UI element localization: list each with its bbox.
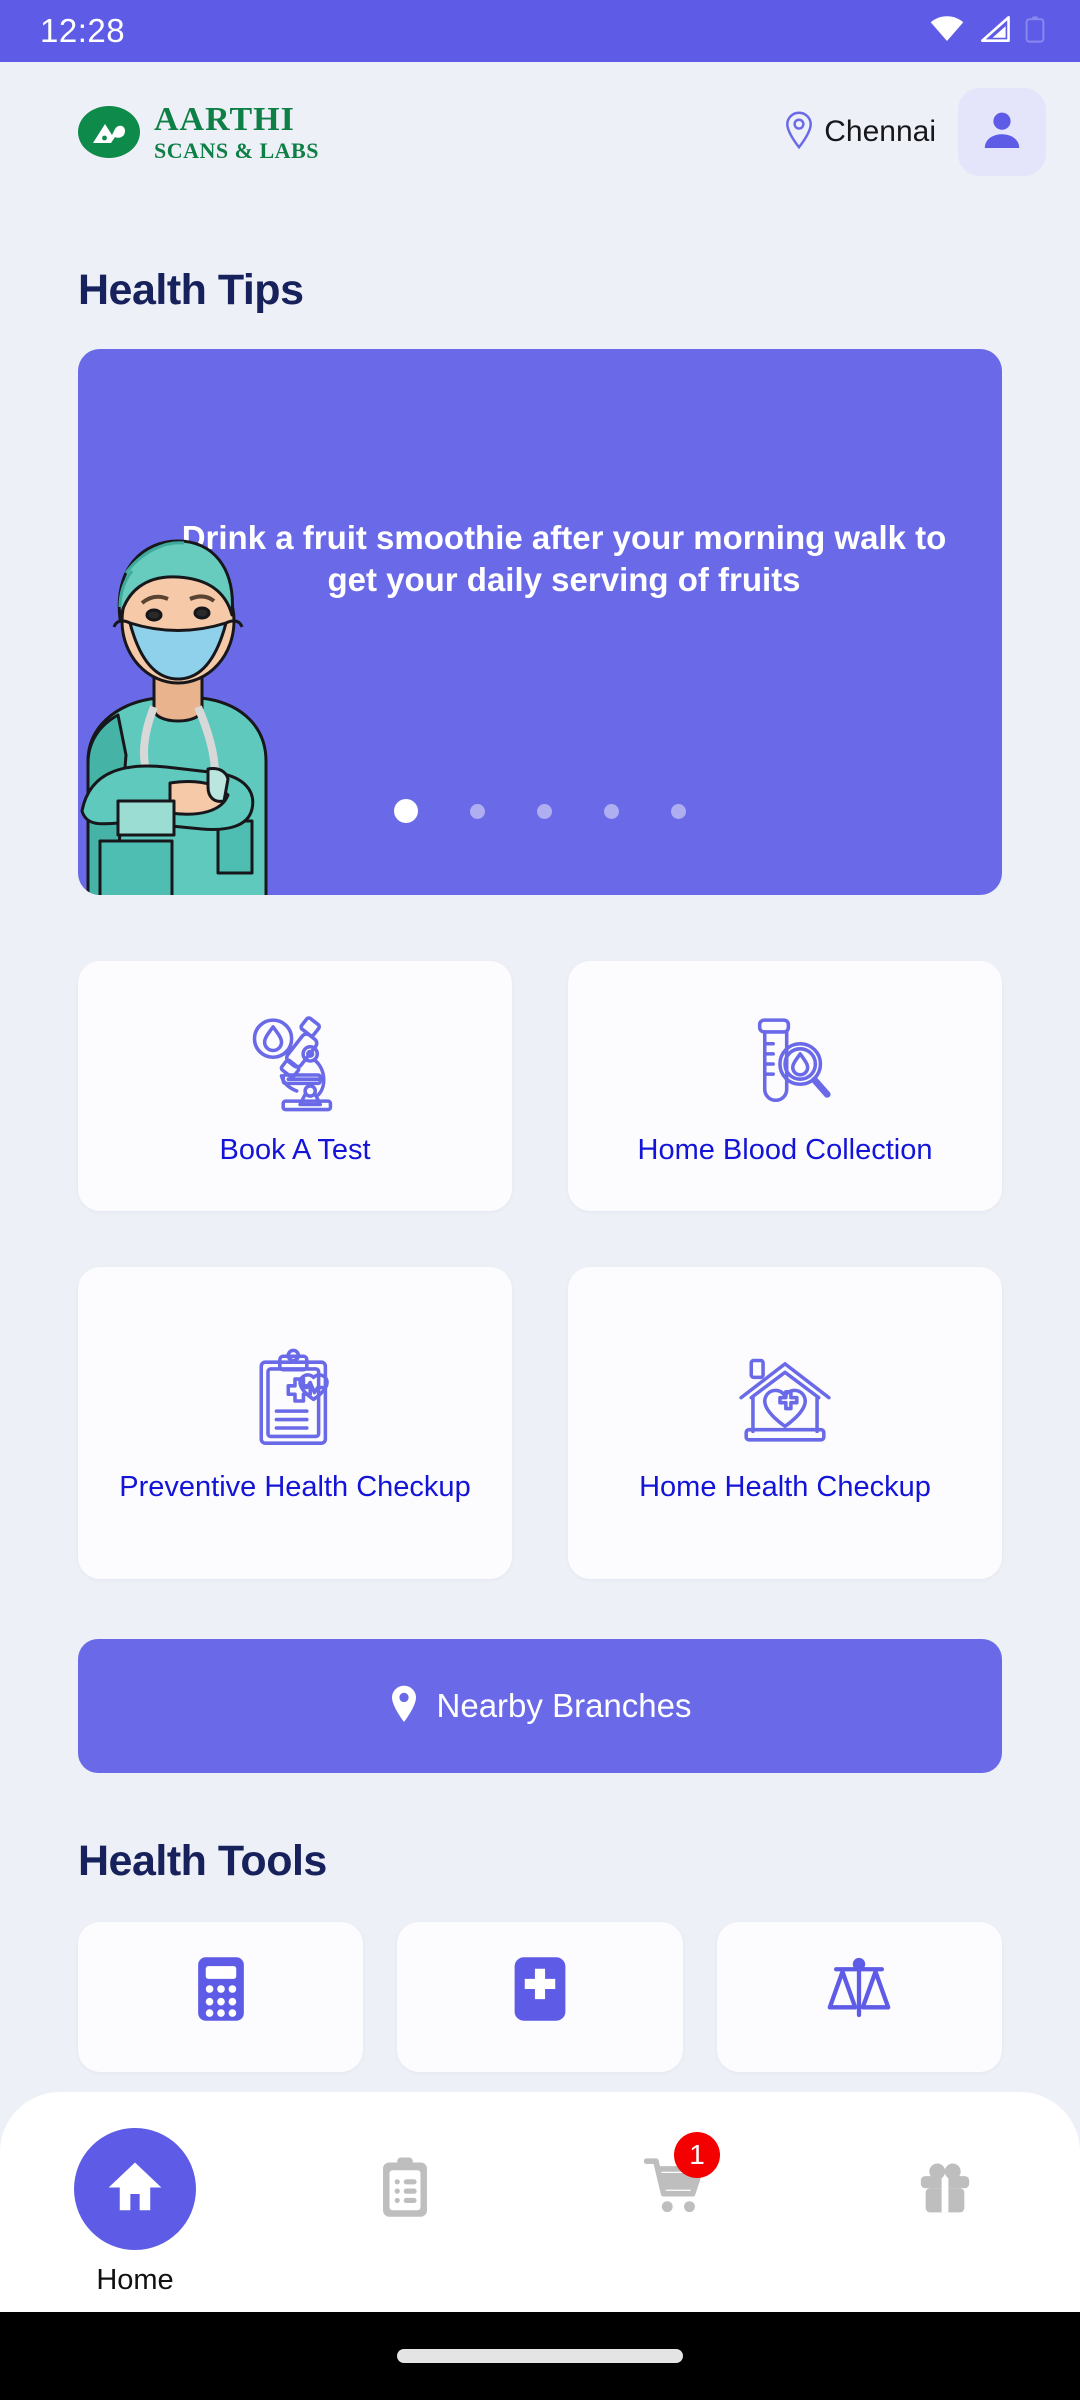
service-label: Preventive Health Checkup xyxy=(119,1470,471,1503)
system-gesture-bar xyxy=(0,2312,1080,2400)
profile-button[interactable] xyxy=(958,88,1046,176)
nearby-branches-label: Nearby Branches xyxy=(436,1687,692,1724)
nav-item-reports[interactable] xyxy=(270,2128,540,2264)
health-tips-title: Health Tips xyxy=(78,266,304,314)
health-tool-card-medical-cross[interactable] xyxy=(397,1922,683,2072)
service-label: Home Blood Collection xyxy=(637,1133,933,1166)
header-actions: Chennai xyxy=(784,88,1046,176)
carousel-dot-2[interactable] xyxy=(470,803,485,819)
health-tools-title: Health Tools xyxy=(78,1837,327,1885)
test-tube-magnifier-icon xyxy=(731,1005,839,1123)
cellular-signal-icon xyxy=(978,15,1010,48)
logo-title: AARTHI xyxy=(154,100,295,138)
nav-item-cart[interactable]: 1 xyxy=(540,2128,810,2264)
service-grid: Book A Test Home Blood Collection Preven… xyxy=(78,961,1002,1579)
medical-cross-icon xyxy=(509,1956,571,2027)
gesture-pill[interactable] xyxy=(397,2349,683,2363)
house-heart-icon xyxy=(731,1342,839,1460)
microscope-icon xyxy=(241,1005,349,1123)
battery-icon xyxy=(1024,15,1046,48)
app-header: AARTHI SCANS & LABS Chennai xyxy=(0,62,1080,202)
logo-text: AARTHI SCANS & LABS xyxy=(154,100,319,163)
wifi-icon xyxy=(930,15,964,47)
health-tools-row xyxy=(78,1922,1002,2072)
status-icons xyxy=(930,15,1046,48)
nav-item-home[interactable]: Home xyxy=(0,2128,270,2297)
nav-label-home: Home xyxy=(96,2264,174,2296)
brand-logo[interactable]: AARTHI SCANS & LABS xyxy=(78,100,319,163)
calculator-icon xyxy=(192,1956,250,2027)
service-card-home-blood-collection[interactable]: Home Blood Collection xyxy=(568,961,1002,1211)
carousel-dots[interactable] xyxy=(78,799,1002,823)
location-label: Chennai xyxy=(824,115,936,148)
nav-icon-wrap xyxy=(344,2128,466,2250)
gift-icon xyxy=(916,2158,974,2221)
home-icon xyxy=(104,2156,166,2223)
location-pin-icon xyxy=(784,111,814,154)
health-tips-carousel[interactable]: Drink a fruit smoothie after your mornin… xyxy=(78,349,1002,895)
health-tool-card-calculator[interactable] xyxy=(78,1922,364,2072)
health-tip-text: Drink a fruit smoothie after your mornin… xyxy=(181,519,947,599)
nearby-branches-button[interactable]: Nearby Branches xyxy=(78,1639,1002,1773)
nav-item-offers[interactable] xyxy=(810,2128,1080,2264)
health-tool-card-balance-scale[interactable] xyxy=(716,1922,1002,2072)
clipboard-icon xyxy=(379,2156,431,2223)
location-selector[interactable]: Chennai xyxy=(784,111,936,154)
bottom-navigation: Home 1 xyxy=(0,2092,1080,2312)
logo-subtitle: SCANS & LABS xyxy=(154,137,319,163)
carousel-dot-3[interactable] xyxy=(537,803,552,819)
service-card-home-health-checkup[interactable]: Home Health Checkup xyxy=(568,1267,1002,1579)
clipboard-health-icon xyxy=(241,1342,349,1460)
service-card-preventive-health-checkup[interactable]: Preventive Health Checkup xyxy=(78,1267,512,1579)
carousel-dot-5[interactable] xyxy=(671,803,686,819)
nav-icon-wrap: 1 xyxy=(614,2128,736,2250)
carousel-dot-1[interactable] xyxy=(394,799,418,823)
balance-scale-icon xyxy=(826,1956,892,2023)
main-content: Health Tips Drink a fruit smoothie after… xyxy=(0,266,1080,2072)
service-label: Home Health Checkup xyxy=(639,1470,931,1503)
nav-icon-wrap xyxy=(884,2128,1006,2250)
logo-oval-icon xyxy=(78,106,140,158)
status-bar: 12:28 xyxy=(0,0,1080,62)
person-icon xyxy=(978,106,1026,159)
service-card-book-a-test[interactable]: Book A Test xyxy=(78,961,512,1211)
service-label: Book A Test xyxy=(219,1133,371,1166)
location-pin-filled-icon xyxy=(389,1684,419,1729)
carousel-dot-4[interactable] xyxy=(604,803,619,819)
status-time: 12:28 xyxy=(40,12,126,49)
nav-icon-wrap xyxy=(74,2128,196,2250)
cart-badge: 1 xyxy=(674,2132,720,2178)
